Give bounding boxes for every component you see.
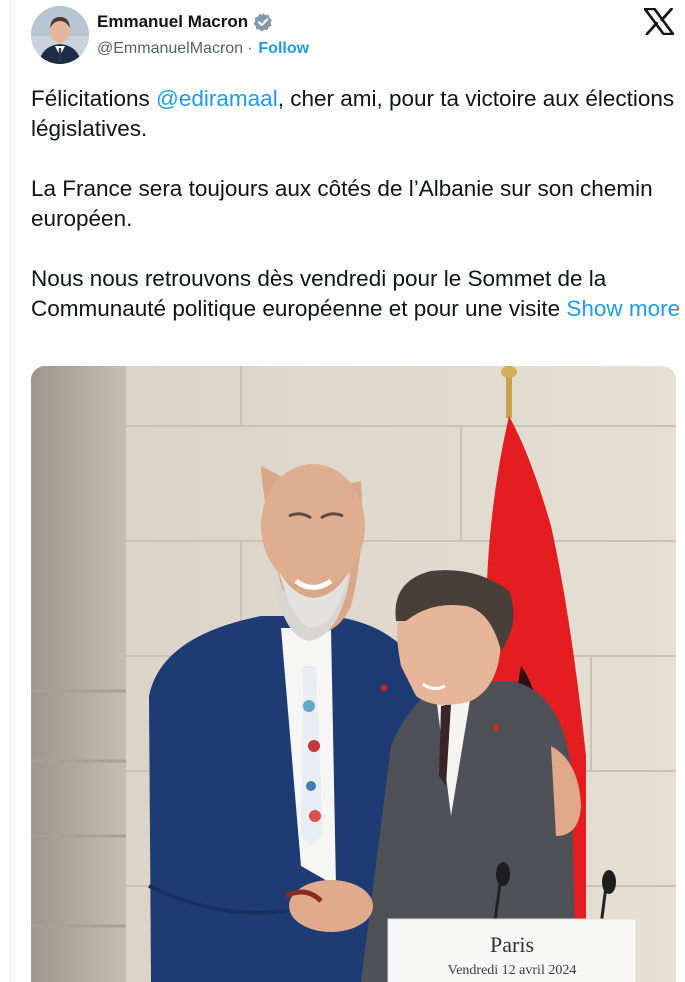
tweet-text-segment: Nous nous retrouvons dès vendredi pour l… <box>31 266 607 321</box>
separator-dot: · <box>247 40 253 57</box>
tweet-text-segment: Félicitations <box>31 86 157 111</box>
show-more-link[interactable]: Show more <box>566 296 680 321</box>
podium-sign: Paris Vendredi 12 avril 2024 <box>387 918 637 982</box>
author-handle-row: @EmmanuelMacron · Follow <box>97 40 309 58</box>
tweet-text: Félicitations @ediramaal, cher ami, pour… <box>31 84 681 324</box>
tweet-paragraph-2: La France sera toujours aux côtés de l’A… <box>31 176 653 231</box>
author-name-row: Emmanuel Macron <box>97 12 273 32</box>
author-handle[interactable]: @EmmanuelMacron <box>97 40 243 58</box>
avatar[interactable] <box>31 6 89 64</box>
verified-badge-icon <box>253 13 273 32</box>
tweet-paragraph-3: Nous nous retrouvons dès vendredi pour l… <box>31 264 681 324</box>
tweet-paragraph-1: Félicitations @ediramaal, cher ami, pour… <box>31 84 681 144</box>
tweet-photo[interactable]: Paris Vendredi 12 avril 2024 <box>31 366 676 982</box>
avatar-image <box>31 6 89 64</box>
follow-button[interactable]: Follow <box>258 40 309 58</box>
podium-title: Paris <box>490 932 534 957</box>
podium-date: Vendredi 12 avril 2024 <box>448 963 577 978</box>
tweet-card: Emmanuel Macron @EmmanuelMacron · Follow… <box>10 0 685 982</box>
mention-link[interactable]: @ediramaal <box>156 86 278 111</box>
photo-scene: Paris Vendredi 12 avril 2024 <box>31 366 676 982</box>
author-name[interactable]: Emmanuel Macron <box>97 12 248 32</box>
x-logo-icon[interactable] <box>644 8 674 35</box>
